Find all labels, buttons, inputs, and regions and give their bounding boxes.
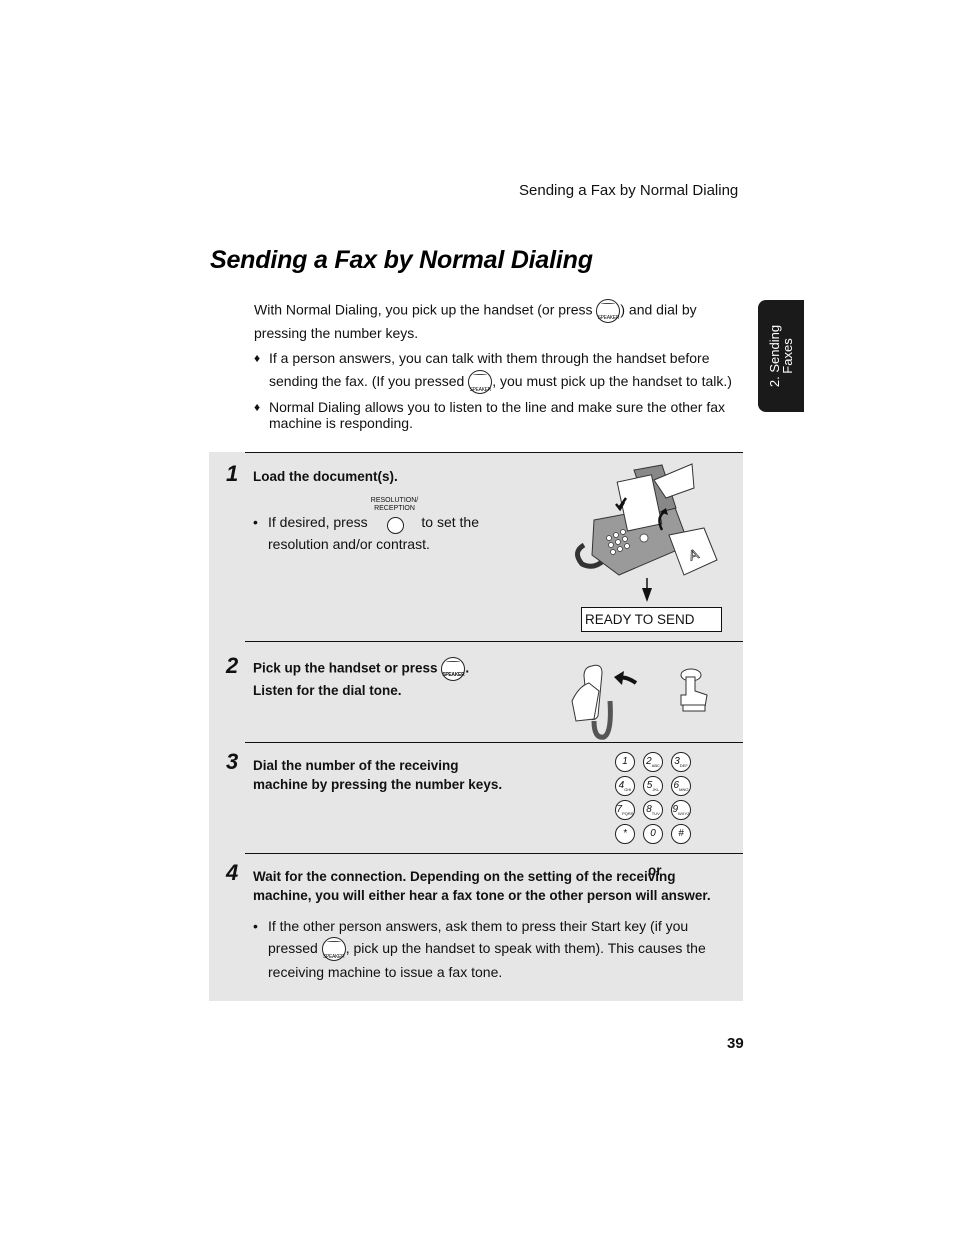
diamond-bullet-icon: ♦ [254,351,261,365]
step-number: 3 [226,749,239,774]
intro-bullet: ♦ Normal Dialing allows you to listen to… [254,399,726,432]
chapter-tab: 2. Sending Faxes [758,300,804,412]
speaker-button-icon: SPEAKER [596,299,621,323]
divider [245,452,743,453]
key-5-icon: 5JKL [643,776,663,796]
speaker-button-icon: SPEAKER [441,657,466,681]
divider [245,742,743,743]
step-text: Dial the number of the receiving machine… [253,758,503,792]
step-number: 2 [226,653,239,678]
bullet-icon: • [253,918,258,934]
page-title: Sending a Fax by Normal Dialing [210,246,593,274]
key-hash-icon: # [671,824,691,844]
step-sub-bullet: • If the other person answers, ask them … [253,915,708,983]
step-sub-bullet: • If desired, press RESOLUTION/RECEPTION… [253,497,479,553]
intro-section: With Normal Dialing, you pick up the han… [254,299,744,431]
step-1: 1 Load the document(s). • If desired, pr… [209,452,743,642]
page-number: 39 [727,1035,744,1052]
key-4-icon: 4GHI [615,776,635,796]
bullet-icon: • [253,514,258,530]
key-3-icon: 3DEF [671,752,691,772]
key-1-icon: 1 [615,752,635,772]
key-2-icon: 2ABC [643,752,663,772]
handset-pickup-illustration [571,664,638,740]
key-6-icon: 6MNO [671,776,691,796]
key-8-icon: 8TUV [643,800,663,820]
step-4: 4 Wait for the connection. Depending on … [209,853,743,1001]
step-text: Pick up the handset or press SPEAKER. Li… [253,657,469,700]
step-number: 4 [226,860,239,885]
step-text: Wait for the connection. Depending on th… [253,869,711,903]
step-2: 2 Pick up the handset or press SPEAKER. … [209,641,743,878]
speaker-button-icon: SPEAKER [468,370,493,395]
running-head: Sending a Fax by Normal Dialing [519,182,739,199]
step-text: Load the document(s). [253,469,398,484]
key-7-icon: 7PQRS [615,800,635,820]
speaker-button-icon: SPEAKER [321,937,346,962]
intro-bullet: ♦ If a person answers, you can talk with… [254,347,744,395]
lcd-display-readout: READY TO SEND [581,607,722,632]
intro-text: With Normal Dialing, you pick up the han… [254,301,597,318]
finger-icon [680,676,708,708]
divider [245,853,743,854]
divider [245,641,743,642]
key-star-icon: * [615,824,635,844]
step-number: 1 [226,461,239,486]
resolution-reception-button-icon: RESOLUTION/RECEPTION [371,497,418,535]
number-keypad-illustration: 1 2ABC 3DEF 4GHI 5JKL 6MNO 7PQRS 8TUV 9W… [615,752,691,844]
fax-loading-illustration: A [575,463,718,602]
hand-icon [571,682,600,722]
steps-panel: 1 Load the document(s). • If desired, pr… [209,452,743,1001]
finger-press-speaker-illustration [680,668,708,712]
key-9-icon: 9WXYZ [671,800,691,820]
diamond-bullet-icon: ♦ [254,400,261,415]
intro-paragraph: With Normal Dialing, you pick up the han… [254,299,744,343]
key-0-icon: 0 [643,824,663,844]
